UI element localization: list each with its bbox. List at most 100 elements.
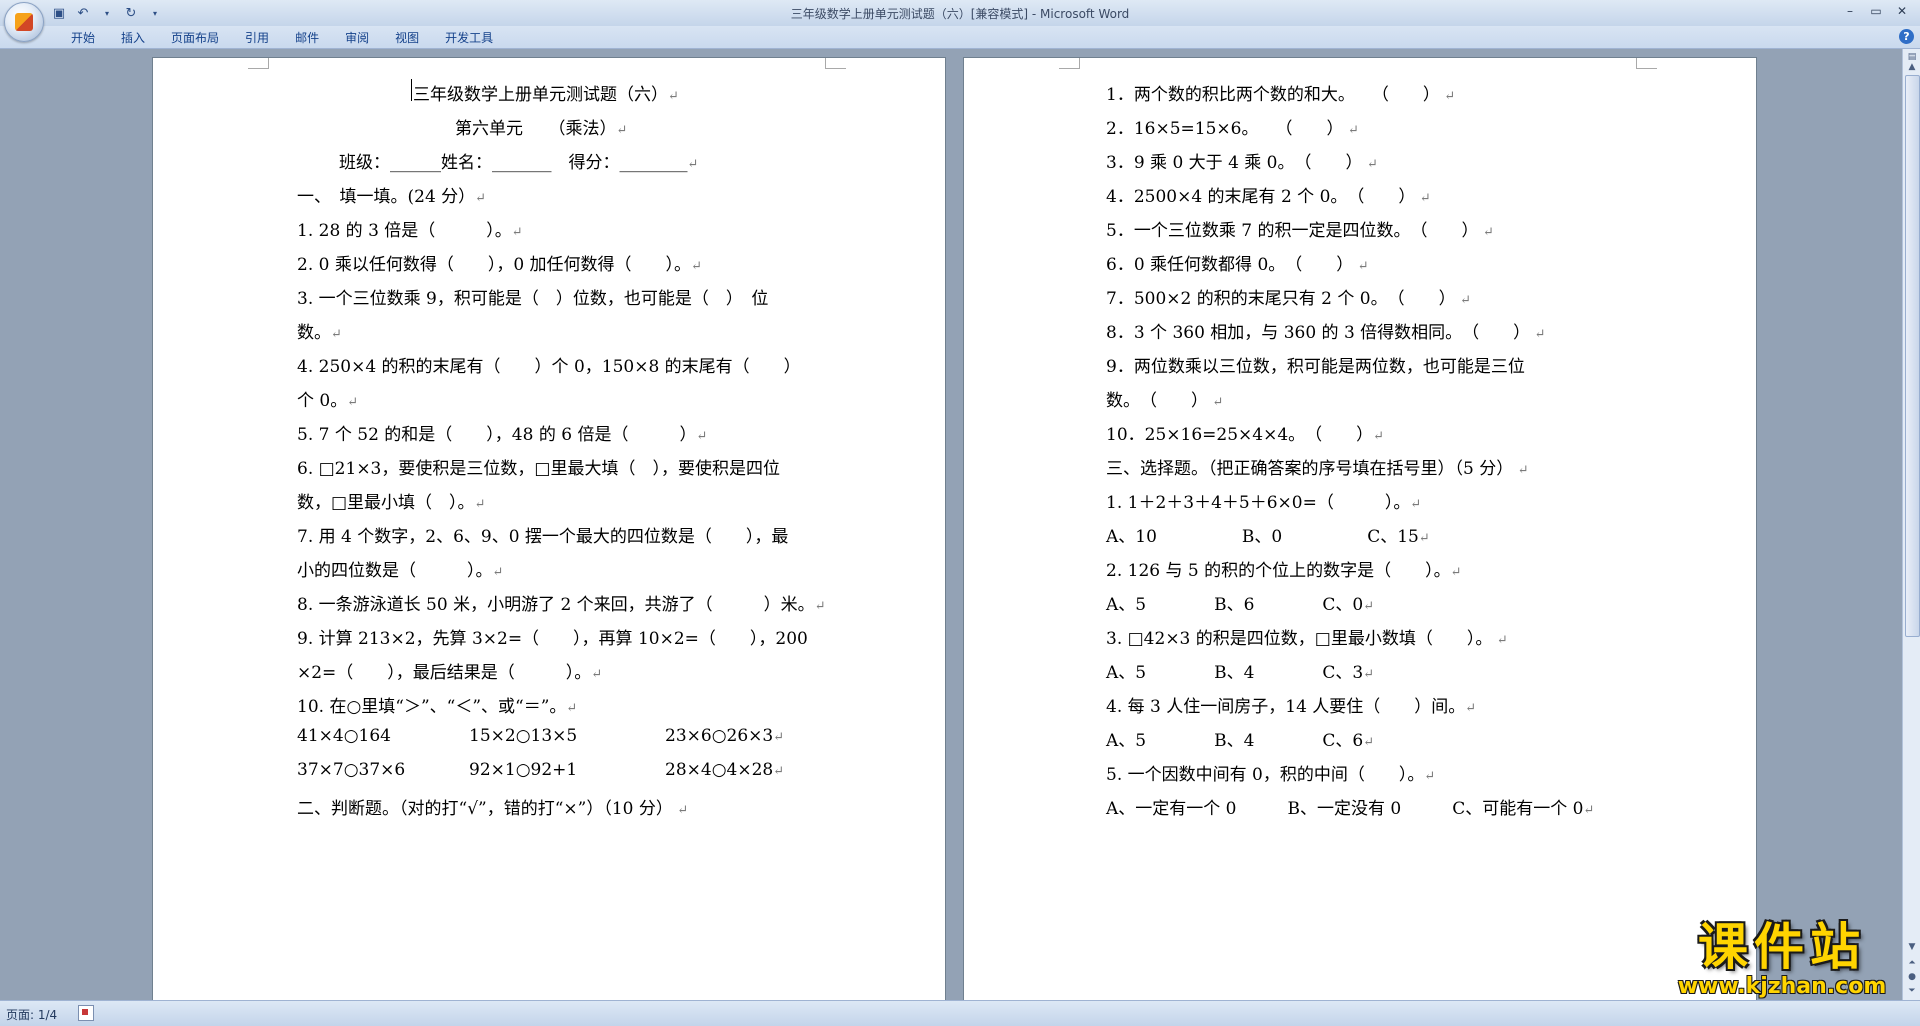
page-indicator[interactable]: 页面: 1/4 — [6, 1006, 57, 1023]
doc-line[interactable]: 5．一个三位数乘 7 的积一定是四位数。 （ ） ↵ — [1106, 216, 1494, 241]
doc-line[interactable]: 2. 0 乘以任何数得（ ），0 加任何数得（ ）。↵ — [297, 250, 702, 275]
paragraph-mark: ↵ — [1469, 225, 1494, 240]
doc-line[interactable]: 三、选择题。（把正确答案的序号填在括号里）（5 分） ↵ — [1106, 454, 1529, 479]
doc-line[interactable]: 2．16×5=15×6。 （ ） ↵ — [1106, 114, 1359, 139]
paragraph-mark: ↵ — [664, 803, 689, 818]
restore-icon[interactable]: ▭ — [1864, 2, 1888, 20]
doc-line[interactable]: 2. 126 与 5 的积的个位上的数字是（ ）。↵ — [1106, 556, 1462, 581]
doc-line-text: 8．3 个 360 相加，与 360 的 3 倍得数相同。 （ ） — [1106, 323, 1522, 343]
doc-line[interactable]: 8. 一条游泳道长 50 米，小明游了 2 个来回，共游了（ ）米。↵ — [297, 590, 826, 615]
watermark-url: www.kjzhan.com — [1677, 974, 1887, 999]
paragraph-mark: ↵ — [1373, 429, 1385, 444]
text-cursor — [411, 79, 412, 101]
paragraph-mark: ↵ — [1450, 565, 1462, 580]
next-page-icon[interactable]: ⏷ — [1904, 983, 1920, 999]
doc-line[interactable]: 6．0 乘任何数都得 0。 （ ） ↵ — [1106, 250, 1369, 275]
doc-line-text: 3. 一个三位数乘 9，积可能是（ ）位数，也可能是（ ） 位 — [297, 289, 769, 309]
tab-review[interactable]: 审阅 — [332, 29, 382, 47]
doc-line-text: 7．500×2 的积的末尾只有 2 个 0。 （ ） — [1106, 289, 1448, 309]
vertical-scrollbar[interactable]: ▤ ▲ ▼ ⏶ ● ⏷ — [1902, 49, 1920, 1000]
crop-mark — [1636, 58, 1657, 69]
status-bar: 页面: 1/4 — [0, 1000, 1920, 1026]
tab-page-layout[interactable]: 页面布局 — [158, 29, 232, 47]
doc-line[interactable]: 数，□里最小填（ ）。↵ — [297, 488, 485, 513]
doc-line[interactable]: 1. 28 的 3 倍是（ ）。↵ — [297, 216, 523, 241]
doc-line[interactable]: 5. 一个因数中间有 0，积的中间（ ）。↵ — [1106, 760, 1435, 785]
office-button[interactable] — [4, 2, 44, 42]
student-info-line[interactable]: 班级：______姓名：_______ 得分：________↵ — [339, 148, 698, 173]
doc-line[interactable]: 数。 （ ） ↵ — [1106, 386, 1223, 411]
doc-line-text: 4．2500×4 的末尾有 2 个 0。 （ ） — [1106, 187, 1407, 207]
doc-line[interactable]: 3. □42×3 的积是四位数，□里最小数填（ ）。 ↵ — [1106, 624, 1508, 649]
paragraph-mark: ↵ — [591, 667, 603, 682]
doc-line-text: 4. 每 3 人住一间房子，14 人要住（ ）间。 — [1106, 697, 1466, 717]
compare-row[interactable]: 41×4○164 15×2○13×5 23×6○26×3↵ — [297, 726, 784, 746]
doc-line[interactable]: A、5 B、4 C、6↵ — [1106, 726, 1374, 751]
paragraph-mark: ↵ — [773, 764, 785, 779]
doc-line[interactable]: 个 0。↵ — [297, 386, 358, 411]
doc-line[interactable]: 数。↵ — [297, 318, 342, 343]
doc-line[interactable]: 1．两个数的积比两个数的和大。 （ ） ↵ — [1106, 80, 1455, 105]
doc-line-text: A、5 B、6 C、0 — [1106, 595, 1364, 615]
paragraph-mark: ↵ — [616, 123, 628, 138]
doc-line[interactable]: 10．25×16=25×4×4。 （ ）↵ — [1106, 420, 1384, 445]
doc-line[interactable]: 4．2500×4 的末尾有 2 个 0。 （ ） ↵ — [1106, 182, 1431, 207]
doc-title[interactable]: 三年级数学上册单元测试题（六）↵ — [413, 80, 679, 105]
page-2[interactable]: 1．两个数的积比两个数的和大。 （ ） ↵ 2．16×5=15×6。 （ ） ↵… — [963, 57, 1757, 1000]
tab-mailings[interactable]: 邮件 — [282, 29, 332, 47]
doc-line[interactable]: 3. 一个三位数乘 9，积可能是（ ）位数，也可能是（ ） 位 — [297, 284, 768, 309]
doc-line[interactable]: 6. □21×3，要使积是三位数，□里最大填（ ），要使积是四位 — [297, 454, 780, 479]
close-icon[interactable]: ✕ — [1890, 2, 1914, 20]
doc-line[interactable]: 1. 1＋2＋3＋4＋5＋6×0=（ ）。↵ — [1106, 488, 1421, 513]
compare-item: 23×6○26×3 — [665, 726, 774, 746]
page-1[interactable]: 三年级数学上册单元测试题（六）↵ 第六单元 （乘法）↵ 班级：______姓名：… — [152, 57, 946, 1000]
paragraph-mark: ↵ — [1363, 599, 1375, 614]
doc-line[interactable]: 7．500×2 的积的末尾只有 2 个 0。 （ ） ↵ — [1106, 284, 1471, 309]
doc-line[interactable]: 9．两位数乘以三位数，积可能是两位数，也可能是三位 — [1106, 352, 1525, 377]
doc-line-text: 8. 一条游泳道长 50 米，小明游了 2 个来回，共游了（ ）米。 — [297, 595, 815, 615]
tab-home[interactable]: 开始 — [58, 29, 108, 47]
section-heading[interactable]: 二、判断题。（对的打“√”，错的打“×”）（10 分） ↵ — [297, 794, 688, 819]
paragraph-mark: ↵ — [691, 259, 702, 274]
document-area[interactable]: 三年级数学上册单元测试题（六）↵ 第六单元 （乘法）↵ 班级：______姓名：… — [0, 49, 1902, 1000]
minimize-icon[interactable]: – — [1838, 2, 1862, 20]
doc-line[interactable]: 8．3 个 360 相加，与 360 的 3 倍得数相同。 （ ） ↵ — [1106, 318, 1546, 343]
paragraph-mark: ↵ — [1363, 735, 1375, 750]
tab-references[interactable]: 引用 — [232, 29, 282, 47]
tab-developer[interactable]: 开发工具 — [432, 29, 506, 47]
doc-line[interactable]: 3．9 乘 0 大于 4 乘 0。 （ ） ↵ — [1106, 148, 1378, 173]
scrollbar-thumb[interactable] — [1905, 75, 1920, 637]
help-icon[interactable]: ? — [1899, 29, 1914, 44]
paragraph-mark: ↵ — [1424, 769, 1436, 784]
tab-view[interactable]: 视图 — [382, 29, 432, 47]
scroll-down-icon[interactable]: ▼ — [1904, 939, 1920, 955]
document-title: 三年级数学上册单元测试题（六）[兼容模式] - — [790, 7, 1041, 21]
doc-line[interactable]: A、5 B、4 C、3↵ — [1106, 658, 1374, 683]
doc-line[interactable]: 4. 每 3 人住一间房子，14 人要住（ ）间。↵ — [1106, 692, 1476, 717]
doc-line-text: 1．两个数的积比两个数的和大。 （ ） — [1106, 85, 1432, 105]
doc-line-text: 小的四位数是（ ）。 — [297, 561, 493, 581]
scroll-up-icon[interactable]: ▲ — [1904, 59, 1920, 75]
doc-subtitle[interactable]: 第六单元 （乘法）↵ — [455, 114, 627, 139]
doc-line[interactable]: 9. 计算 213×2，先算 3×2=（ ），再算 10×2=（ ），200 — [297, 624, 808, 649]
compare-row[interactable]: 37×7○37×6 92×1○92+1 28×4○4×28↵ — [297, 760, 784, 780]
doc-line[interactable]: 7. 用 4 个数字，2、6、9、0 摆一个最大的四位数是（ ），最 — [297, 522, 788, 547]
doc-line[interactable]: 5. 7 个 52 的和是（ ），48 的 6 倍是（ ）↵ — [297, 420, 707, 445]
doc-line-text: A、一定有一个 0 B、一定没有 0 C、可能有一个 0 — [1106, 799, 1584, 819]
paragraph-mark: ↵ — [1410, 497, 1422, 512]
paragraph-mark: ↵ — [814, 599, 826, 614]
doc-line[interactable]: 4. 250×4 的积的末尾有（ ）个 0，150×8 的末尾有（ ） — [297, 352, 801, 377]
compare-item: 37×7○37×6 — [297, 760, 406, 780]
doc-line[interactable]: A、10 B、0 C、15↵ — [1106, 522, 1430, 547]
doc-line[interactable]: 一、 填一填。(24 分）↵ — [297, 182, 486, 207]
doc-line[interactable]: 10. 在○里填“＞”、“＜”、或“＝”。↵ — [297, 692, 577, 717]
doc-line[interactable]: A、一定有一个 0 B、一定没有 0 C、可能有一个 0↵ — [1106, 794, 1594, 819]
doc-line[interactable]: ×2=（ ），最后结果是（ ）。↵ — [297, 658, 602, 683]
paragraph-mark: ↵ — [1465, 701, 1477, 716]
doc-line[interactable]: 小的四位数是（ ）。↵ — [297, 556, 503, 581]
doc-line[interactable]: A、5 B、6 C、0↵ — [1106, 590, 1374, 615]
doc-line-text: 数，□里最小填（ ）。 — [297, 493, 475, 513]
tab-insert[interactable]: 插入 — [108, 29, 158, 47]
proofing-icon[interactable] — [78, 1005, 94, 1021]
doc-line-text: 一、 填一填。(24 分） — [297, 187, 476, 207]
